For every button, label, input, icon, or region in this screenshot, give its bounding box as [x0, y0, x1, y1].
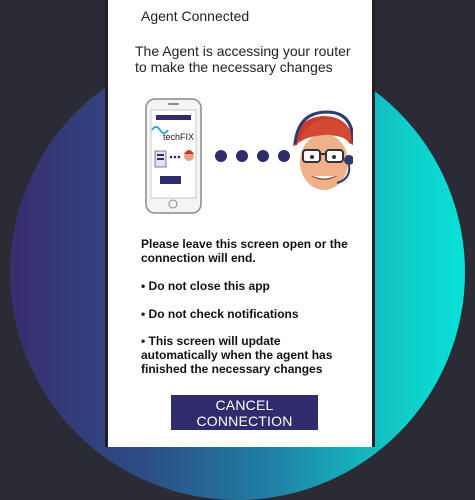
cancel-connection-button[interactable]: CANCEL CONNECTION — [171, 395, 318, 430]
page-title: Agent Connected — [141, 8, 250, 24]
bullet-auto-update: • This screen will update automatically … — [141, 334, 333, 376]
phone-screen: Agent Connected The Agent is accessing y… — [105, 0, 375, 447]
agent-connection-illustration: techFIX — [145, 98, 353, 214]
connection-dots — [215, 150, 290, 162]
agent-avatar — [293, 110, 353, 190]
phone-illustration: techFIX — [145, 98, 202, 214]
svg-text:techFIX: techFIX — [163, 132, 194, 142]
warning-message: Please leave this screen open or the con… — [141, 237, 348, 265]
status-description: The Agent is accessing your router to ma… — [135, 43, 351, 75]
bullet-close-app: • Do not close this app — [141, 279, 270, 293]
bullet-notifications: • Do not check notifications — [141, 307, 299, 321]
